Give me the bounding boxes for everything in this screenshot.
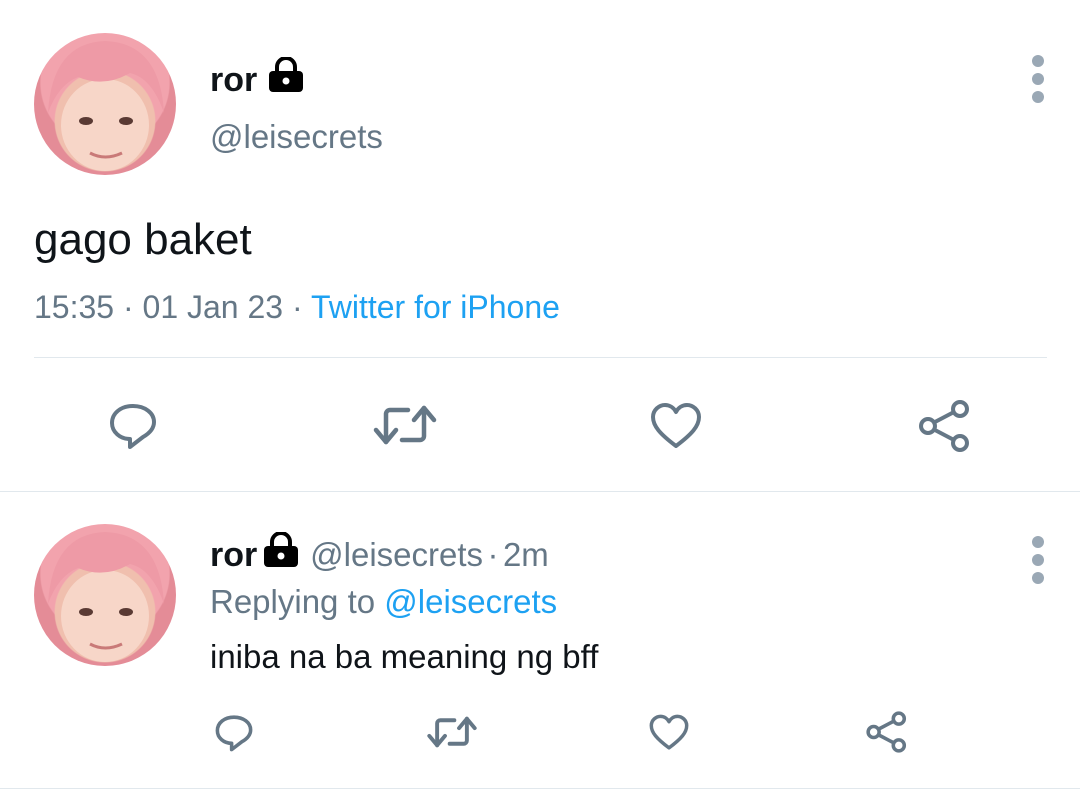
reply-icon[interactable]	[214, 714, 254, 752]
retweet-icon[interactable]	[372, 402, 438, 448]
handle[interactable]: @leisecrets	[210, 118, 383, 156]
tweet-meta: 15:35 · 01 Jan 23 · Twitter for iPhone	[34, 289, 560, 326]
retweet-icon[interactable]	[426, 714, 478, 750]
reply-time: 2m	[502, 536, 549, 573]
replying-to-handle-link[interactable]: @leisecrets	[384, 583, 557, 620]
avatar-image	[48, 532, 164, 662]
like-icon[interactable]	[649, 714, 689, 751]
section-divider	[0, 491, 1080, 492]
lock-icon	[263, 532, 298, 567]
like-icon[interactable]	[650, 402, 702, 450]
more-icon[interactable]	[1032, 55, 1046, 109]
share-icon[interactable]	[865, 710, 909, 754]
avatar-image	[48, 41, 164, 171]
display-name[interactable]: ror	[210, 57, 305, 100]
reply-more-icon[interactable]	[1032, 536, 1046, 590]
divider	[34, 357, 1047, 358]
replying-to-label: Replying to	[210, 583, 376, 620]
tweet-text: gago baket	[34, 215, 252, 264]
reply-text: iniba na ba meaning ng bff	[210, 638, 599, 675]
meta-separator: ·	[291, 289, 303, 325]
reply-header: ror @leisecrets · 2m	[210, 532, 549, 575]
tweet-time: 15:35	[34, 289, 115, 325]
share-icon[interactable]	[917, 398, 973, 454]
reply-avatar[interactable]	[34, 524, 176, 666]
meta-separator: ·	[487, 536, 499, 573]
tweet-source-link[interactable]: Twitter for iPhone	[311, 289, 560, 325]
tweet-date: 01 Jan 23	[142, 289, 284, 325]
reply-display-name[interactable]: ror	[210, 536, 257, 574]
avatar[interactable]	[34, 33, 176, 175]
reply-icon[interactable]	[108, 402, 158, 450]
replying-to-line: Replying to @leisecrets	[210, 583, 557, 621]
lock-icon	[268, 57, 303, 92]
reply-handle[interactable]: @leisecrets	[310, 536, 483, 573]
bottom-divider	[0, 788, 1080, 789]
meta-separator: ·	[122, 289, 134, 325]
